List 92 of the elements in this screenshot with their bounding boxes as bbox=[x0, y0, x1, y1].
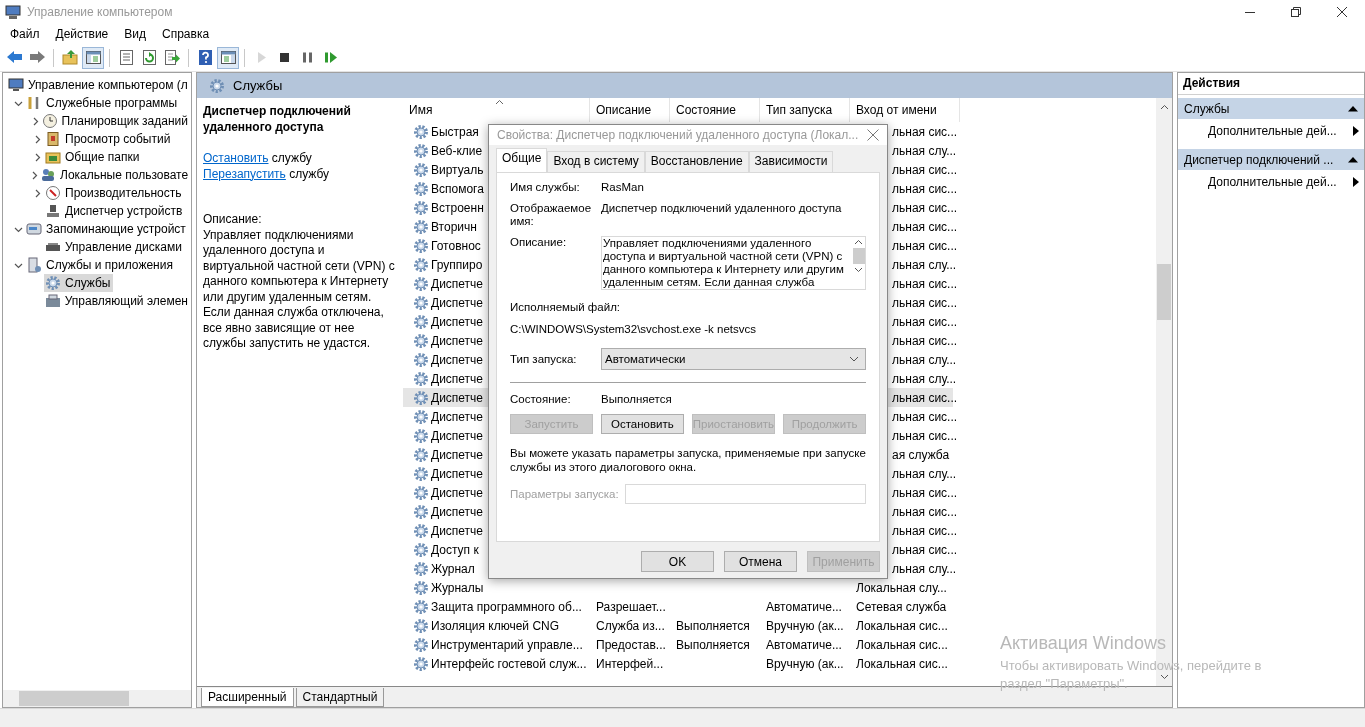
service-name-value: RasMan bbox=[601, 181, 644, 194]
table-cell: льная слу... bbox=[892, 143, 957, 158]
table-cell: Локальная сис... bbox=[856, 618, 948, 633]
service-name: Журналы bbox=[431, 580, 484, 595]
service-name: Диспетче bbox=[431, 485, 484, 500]
actions-title: Действия bbox=[1178, 73, 1364, 95]
service-name: Диспетче bbox=[431, 276, 484, 291]
table-cell: льная сис... bbox=[892, 314, 958, 329]
field-label: Параметры запуска: bbox=[510, 488, 619, 500]
table-cell: льная сис... bbox=[892, 162, 958, 177]
service-name: Диспетче bbox=[431, 428, 484, 443]
table-cell: льная сис... bbox=[892, 238, 958, 253]
table-cell: Локальная слу... bbox=[856, 580, 947, 595]
table-cell: Локальная сис... bbox=[856, 637, 948, 652]
service-name: Журнал bbox=[431, 561, 475, 576]
executable-path: C:\WINDOWS\System32\svchost.exe -k netsvcs bbox=[510, 323, 758, 335]
table-cell: Локальная сис... bbox=[856, 656, 948, 671]
table-cell: Интерфей... bbox=[596, 656, 664, 671]
service-name: Инструментарий управле... bbox=[431, 637, 583, 652]
panel-title: Службы bbox=[233, 78, 283, 93]
service-name: Группиро bbox=[431, 257, 483, 272]
field-label: Состояние: bbox=[510, 393, 572, 406]
table-cell: Автоматиче... bbox=[766, 599, 842, 614]
table-cell: льная слу... bbox=[892, 371, 957, 386]
service-name: Диспетче bbox=[431, 352, 484, 367]
section-title: Диспетчер подключений ... bbox=[1184, 152, 1334, 167]
dialog-title: Свойства: Диспетчер подключений удаленного доступа (Локал... bbox=[497, 128, 859, 142]
hint-text: Вы можете указать параметры запуска, применяемые при запуске службы из этого диалогового окна. bbox=[510, 446, 866, 474]
service-name: Встроенн bbox=[431, 200, 484, 215]
table-cell: льная слу... bbox=[892, 257, 957, 272]
service-name: Доступ к bbox=[431, 542, 479, 557]
service-name: Защита программного об... bbox=[431, 599, 582, 614]
status-value: Выполняется bbox=[601, 393, 672, 406]
table-cell: льная сис... bbox=[892, 200, 958, 215]
table-cell: льная сис... bbox=[892, 390, 958, 405]
table-cell: льная сис... bbox=[892, 295, 958, 310]
table-cell: ая служба bbox=[892, 447, 950, 462]
table-cell: льная слу... bbox=[892, 561, 957, 576]
table-cell: льная сис... bbox=[892, 124, 958, 139]
service-action: Остановить службу bbox=[203, 151, 313, 167]
field-label: Исполняемый файл: bbox=[510, 301, 622, 313]
table-cell: льная сис... bbox=[892, 504, 958, 519]
table-cell: льная слу... bbox=[892, 352, 957, 367]
service-name: Диспетче bbox=[431, 409, 484, 424]
table-cell: льная сис... bbox=[892, 409, 958, 424]
service-name: Веб-клие bbox=[431, 143, 483, 158]
service-name: Диспетче bbox=[431, 295, 484, 310]
table-cell: льная сис... bbox=[892, 181, 958, 196]
table-cell: Вручную (ак... bbox=[766, 618, 844, 633]
table-cell: льная сис... bbox=[892, 428, 958, 443]
service-name: Диспетче bbox=[431, 504, 484, 519]
section-title: Службы bbox=[1184, 101, 1230, 116]
service-name: Диспетче bbox=[431, 314, 484, 329]
service-name: Диспетче bbox=[431, 447, 484, 462]
field-label: Отображаемое имя: bbox=[510, 202, 593, 228]
field-label: Имя службы: bbox=[510, 181, 581, 194]
table-cell: Вручную (ак... bbox=[766, 656, 844, 671]
table-cell: льная сис... bbox=[892, 523, 958, 538]
table-cell: льная слу... bbox=[892, 466, 957, 481]
service-name: Вспомога bbox=[431, 181, 484, 196]
table-cell: Выполняется bbox=[676, 637, 750, 652]
service-name: Диспетче bbox=[431, 523, 484, 538]
service-name: Диспетче bbox=[431, 333, 484, 348]
service-name: Готовнос bbox=[431, 238, 481, 253]
table-cell: льная сис... bbox=[892, 485, 958, 500]
service-description: Управляет подключениями удаленного доступа и виртуальной частной сети (VPN) с данного компьютера к Интернету или другим удаленным сетям. Если данная служба отключена, все явно зависящие от нее службы запустить не удастся. bbox=[203, 227, 396, 352]
service-name: Диспетче bbox=[431, 466, 484, 481]
service-name: Диспетче bbox=[431, 371, 484, 386]
table-cell: Служба из... bbox=[596, 618, 665, 633]
table-cell: льная сис... bbox=[892, 276, 958, 291]
field-label: Тип запуска: bbox=[510, 352, 578, 366]
service-name: Виртуаль bbox=[431, 162, 484, 177]
table-cell: Разрешает... bbox=[596, 599, 666, 614]
service-name: Изоляция ключей CNG bbox=[431, 618, 560, 633]
description-label: Описание: bbox=[203, 212, 263, 228]
table-cell: Автоматиче... bbox=[766, 637, 842, 652]
table-cell: Предостав... bbox=[596, 637, 666, 652]
window-title: Управление компьютером bbox=[27, 5, 174, 19]
service-title: Диспетчер подключений удаленного доступа bbox=[203, 104, 352, 135]
table-cell: льная сис... bbox=[892, 333, 958, 348]
service-name: Интерфейс гостевой служ... bbox=[431, 656, 587, 671]
display-name-value: Диспетчер подключений удаленного доступа bbox=[601, 202, 842, 216]
service-name: Диспетче bbox=[431, 390, 484, 405]
activation-title: Активация Windows bbox=[1000, 633, 1166, 654]
field-label: Описание: bbox=[510, 236, 568, 250]
table-cell: Выполняется bbox=[676, 618, 750, 633]
service-name: Вторичн bbox=[431, 219, 477, 234]
table-cell: льная сис... bbox=[892, 542, 958, 557]
table-cell: льная сис... bbox=[892, 219, 958, 234]
service-name: Быстрая bbox=[431, 124, 479, 139]
service-action: Перезапустить службу bbox=[203, 166, 331, 182]
table-cell: Сетевая служба bbox=[856, 599, 947, 614]
